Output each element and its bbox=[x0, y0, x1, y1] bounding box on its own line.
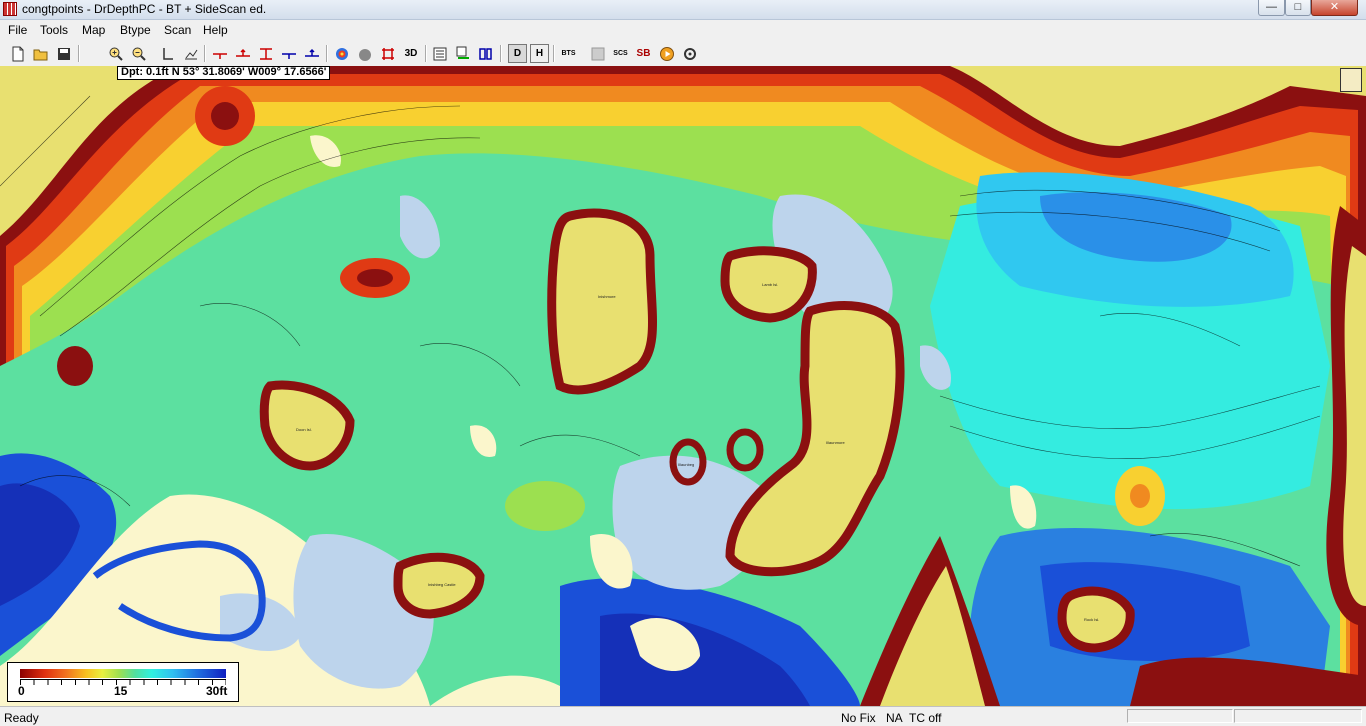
sb-button[interactable]: SB bbox=[634, 44, 653, 63]
close-button[interactable]: ✕ bbox=[1311, 0, 1358, 16]
island-label: Doon Isl. bbox=[296, 427, 312, 432]
window-title: congtpoints - DrDepthPC - BT + SideScan … bbox=[22, 2, 267, 16]
scale-mid-label: 15 bbox=[114, 684, 128, 698]
settings-icon[interactable] bbox=[680, 44, 699, 63]
filter-icon[interactable] bbox=[588, 44, 607, 63]
menu-tools[interactable]: Tools bbox=[40, 23, 68, 37]
database-icon[interactable] bbox=[476, 44, 495, 63]
depth-contour-map: Inishmore Lamb Isl. Doon Isl. Illaunbeg … bbox=[0, 66, 1366, 706]
depth-color-gradient bbox=[20, 669, 226, 678]
hardness-icon[interactable] bbox=[355, 44, 374, 63]
list-icon[interactable] bbox=[430, 44, 449, 63]
blue-up-marker-icon[interactable] bbox=[302, 44, 321, 63]
red-up-marker-icon[interactable] bbox=[233, 44, 252, 63]
red-marker-icon[interactable] bbox=[210, 44, 229, 63]
status-panel bbox=[1234, 709, 1362, 723]
status-ready: Ready bbox=[4, 711, 39, 725]
save-icon[interactable] bbox=[54, 44, 73, 63]
profile-icon[interactable] bbox=[181, 44, 200, 63]
zoom-in-icon[interactable] bbox=[106, 44, 125, 63]
bts-button[interactable]: BTS bbox=[559, 44, 578, 63]
scale-min-label: 0 bbox=[18, 684, 25, 698]
new-icon[interactable] bbox=[8, 44, 27, 63]
depth-map-canvas[interactable]: Inishmore Lamb Isl. Doon Isl. Illaunbeg … bbox=[0, 66, 1366, 706]
play-icon[interactable] bbox=[657, 44, 676, 63]
status-panel bbox=[1127, 709, 1233, 723]
gps-fix-status: No Fix bbox=[841, 711, 876, 725]
3d-view-button[interactable]: 3D bbox=[401, 44, 421, 63]
blue-marker-icon[interactable] bbox=[279, 44, 298, 63]
depth-scale-legend: 0 15 30ft bbox=[7, 662, 239, 702]
menu-bar: File Tools Map Btype Scan Help bbox=[0, 20, 1366, 40]
maximize-button[interactable]: □ bbox=[1285, 0, 1311, 16]
north-arrow-icon[interactable] bbox=[1340, 68, 1362, 92]
position-readout: Dpt: 0.1ft N 53° 31.8069' W009° 17.6566' bbox=[117, 66, 331, 80]
na-status: NA bbox=[886, 711, 903, 725]
status-bar: Ready No Fix NA TC off bbox=[0, 706, 1366, 726]
depth-mode-button[interactable]: D bbox=[508, 44, 527, 63]
zoom-out-icon[interactable] bbox=[129, 44, 148, 63]
measure-l-icon[interactable] bbox=[158, 44, 177, 63]
island-label: Illaunmore bbox=[826, 440, 845, 445]
grid-cross-icon[interactable] bbox=[378, 44, 397, 63]
menu-scan[interactable]: Scan bbox=[164, 23, 191, 37]
island-label: Inishmore bbox=[598, 294, 616, 299]
waypoint-icon[interactable] bbox=[453, 44, 472, 63]
island-label: Lamb Isl. bbox=[762, 282, 778, 287]
tc-status: TC off bbox=[909, 711, 942, 725]
scs-button[interactable]: SCS bbox=[611, 44, 630, 63]
minimize-button[interactable]: — bbox=[1258, 0, 1285, 16]
toolbar: 3D D H BTS SCS SB bbox=[0, 40, 1366, 67]
open-folder-icon[interactable] bbox=[31, 44, 50, 63]
menu-map[interactable]: Map bbox=[82, 23, 105, 37]
hardness-mode-button[interactable]: H bbox=[530, 44, 549, 63]
scale-max-label: 30ft bbox=[206, 684, 228, 698]
depth-color-icon[interactable] bbox=[332, 44, 351, 63]
island-label: Rock Isl. bbox=[1084, 617, 1099, 622]
menu-btype[interactable]: Btype bbox=[120, 23, 151, 37]
menu-file[interactable]: File bbox=[8, 23, 27, 37]
island-label: Illaunbeg bbox=[678, 462, 694, 467]
menu-help[interactable]: Help bbox=[203, 23, 228, 37]
title-bar: congtpoints - DrDepthPC - BT + SideScan … bbox=[0, 0, 1366, 20]
red-range-marker-icon[interactable] bbox=[256, 44, 275, 63]
island-label: Inishbeg Castle bbox=[428, 582, 456, 587]
app-icon bbox=[3, 2, 17, 16]
